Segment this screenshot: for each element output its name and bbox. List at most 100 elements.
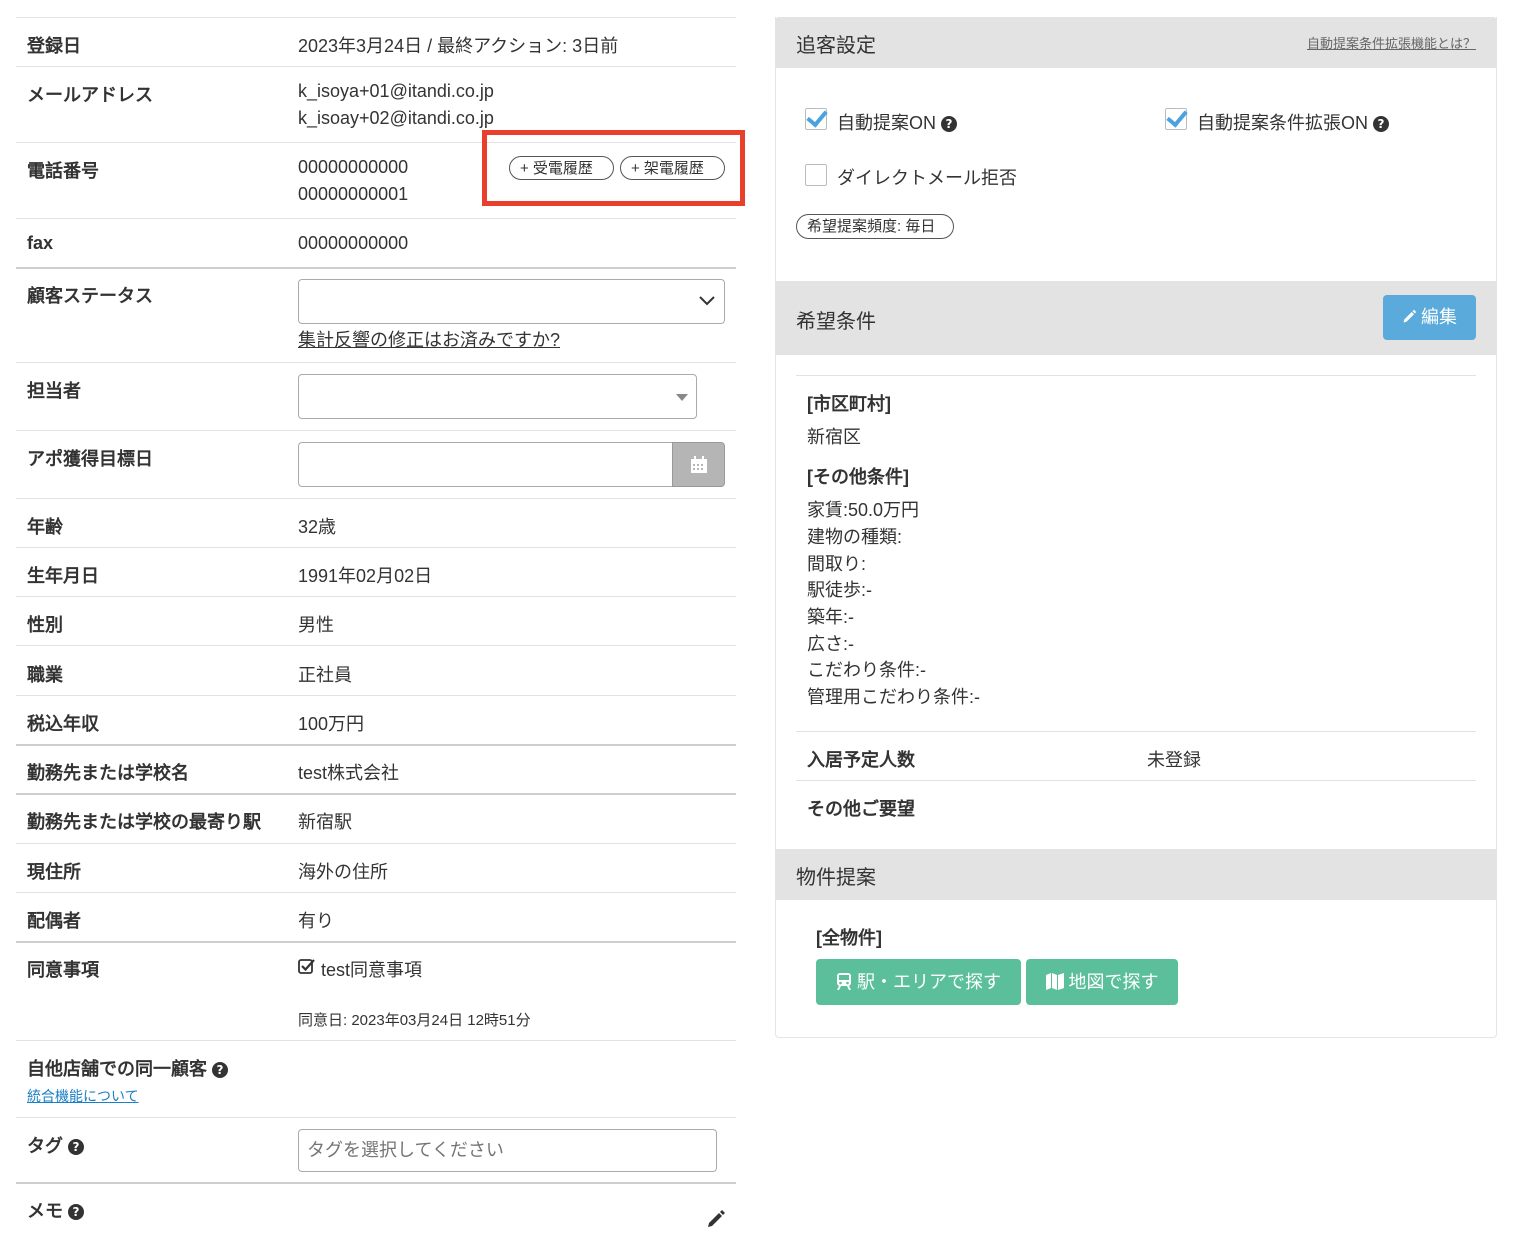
help-icon[interactable]: ?	[1373, 116, 1389, 132]
help-icon[interactable]: ?	[212, 1062, 228, 1078]
divider	[16, 1117, 736, 1118]
status-select[interactable]	[298, 279, 725, 324]
city-value: 新宿区	[807, 427, 861, 447]
help-icon[interactable]: ?	[68, 1204, 84, 1220]
fax-label: fax	[27, 233, 54, 253]
divider	[16, 596, 736, 597]
income-label: 税込年収	[27, 714, 99, 734]
status-label: 顧客ステータス	[27, 286, 153, 306]
auto-propose-checkbox[interactable]	[805, 108, 827, 130]
staff-select[interactable]	[298, 374, 697, 419]
station-value: 新宿駅	[298, 812, 352, 832]
map-icon	[1045, 973, 1064, 990]
job-value: 正社員	[298, 665, 352, 685]
search-by-map-button[interactable]: 地図で探す	[1026, 959, 1178, 1005]
email-value-2: k_isoay+02@itandi.co.jp	[298, 108, 494, 128]
phone-value-2: 00000000001	[298, 184, 409, 204]
condition-layout: 間取り:	[807, 554, 867, 574]
birth-value: 1991年02月02日	[298, 566, 433, 586]
search-by-station-button[interactable]: 駅・エリアで探す	[816, 959, 1021, 1005]
merge-function-link[interactable]: 統合機能について	[27, 1086, 139, 1106]
help-icon[interactable]: ?	[941, 116, 957, 132]
phone-label: 電話番号	[27, 161, 99, 181]
train-icon	[837, 973, 851, 990]
pencil-icon[interactable]	[706, 1209, 726, 1229]
tag-label: タグ?	[27, 1132, 84, 1158]
address-value: 海外の住所	[298, 862, 388, 882]
station-label: 勤務先または学校の最寄り駅	[27, 812, 261, 832]
auto-expand-checkbox[interactable]	[1165, 108, 1187, 130]
divider	[796, 780, 1476, 781]
email-label: メールアドレス	[27, 85, 153, 105]
email-value-1: k_isoya+01@itandi.co.jp	[298, 81, 494, 101]
appo-date-input[interactable]	[298, 442, 673, 487]
auto-expand-text: 自動提案条件拡張ON	[1197, 113, 1368, 133]
residents-value: 未登録	[1147, 750, 1201, 770]
fax-value: 00000000000	[298, 233, 409, 253]
age-label: 年齢	[27, 517, 63, 537]
divider	[16, 1040, 736, 1041]
auto-expand-help-link[interactable]: 自動提案条件拡張機能とは？	[1307, 33, 1476, 52]
divider	[16, 645, 736, 646]
divider	[16, 793, 736, 795]
divider	[16, 941, 736, 943]
birth-label: 生年月日	[27, 566, 99, 586]
age-value: 32歳	[298, 517, 337, 537]
phone-value-1: 00000000000	[298, 157, 409, 177]
condition-rent: 家賃:50.0万円	[807, 500, 920, 520]
spouse-label: 配偶者	[27, 911, 81, 931]
divider	[16, 362, 736, 363]
condition-admin-preferences: 管理用こだわり条件:-	[807, 687, 980, 707]
dm-reject-checkbox[interactable]	[805, 164, 827, 186]
tag-input[interactable]	[298, 1129, 717, 1172]
divider	[796, 375, 1476, 376]
proposal-title: 物件提案	[796, 867, 876, 889]
same-customer-label-text: 自他店舗での同一顧客	[27, 1059, 207, 1079]
other-requests-label: その他ご要望	[807, 799, 915, 819]
tracking-header: 追客設定 自動提案条件拡張機能とは？	[775, 17, 1497, 68]
consent-date: 同意日: 2023年03月24日 12時51分	[298, 1012, 531, 1029]
incoming-call-history-button[interactable]: + 受電履歴	[509, 156, 614, 180]
income-value: 100万円	[298, 714, 365, 734]
outgoing-call-history-button[interactable]: + 架電履歴	[620, 156, 725, 180]
condition-walk: 駅徒歩:-	[807, 580, 872, 600]
search-by-station-label: 駅・エリアで探す	[857, 972, 1001, 992]
divider	[16, 17, 736, 18]
memo-label-text: メモ	[27, 1201, 63, 1221]
frequency-badge[interactable]: 希望提案頻度: 毎日	[796, 214, 954, 239]
registered-label: 登録日	[27, 36, 81, 56]
condition-area: 広さ:-	[807, 634, 854, 654]
calendar-icon	[691, 456, 707, 473]
check-square-icon	[298, 959, 315, 974]
divider	[796, 731, 1476, 732]
divider	[16, 430, 736, 431]
help-icon[interactable]: ?	[68, 1139, 84, 1155]
city-heading: [市区町村]	[807, 394, 891, 414]
auto-propose-text: 自動提案ON	[837, 113, 936, 133]
registered-value: 2023年3月24日 / 最終アクション: 3日前	[298, 36, 619, 56]
divider	[16, 892, 736, 893]
edit-button-label: 編集	[1421, 307, 1457, 327]
divider	[16, 218, 736, 219]
residents-label: 入居予定人数	[807, 750, 915, 770]
condition-age: 築年:-	[807, 607, 854, 627]
proposal-header: 物件提案	[775, 849, 1497, 900]
divider	[16, 843, 736, 844]
edit-button[interactable]: 編集	[1383, 295, 1476, 340]
divider	[16, 547, 736, 548]
appo-label: アポ獲得目標日	[27, 449, 153, 469]
tag-label-text: タグ	[27, 1136, 63, 1156]
consent-value: test同意事項	[321, 960, 423, 980]
other-conditions-heading: [その他条件]	[807, 467, 909, 487]
work-label: 勤務先または学校名	[27, 763, 189, 783]
status-fix-link[interactable]: 集計反響の修正はお済みですか?	[298, 326, 560, 352]
same-customer-label: 自他店舗での同一顧客?	[27, 1055, 228, 1081]
calendar-button[interactable]	[672, 442, 725, 487]
divider	[16, 498, 736, 499]
memo-label: メモ?	[27, 1197, 84, 1223]
gender-value: 男性	[298, 615, 334, 635]
search-by-map-label: 地図で探す	[1068, 972, 1159, 992]
divider	[16, 1182, 736, 1184]
pencil-icon	[1403, 309, 1417, 323]
caret-down-icon	[676, 394, 688, 401]
